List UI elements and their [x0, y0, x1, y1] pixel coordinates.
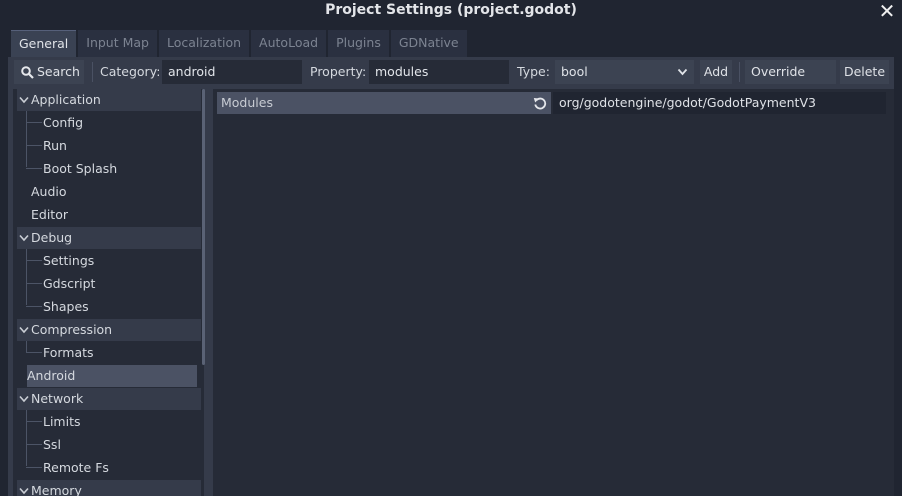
- tree-item-label: Network: [31, 391, 84, 406]
- type-label: Type:: [517, 64, 550, 79]
- tab-plugins[interactable]: Plugins: [328, 30, 389, 57]
- tree-item-run[interactable]: Run: [17, 135, 201, 157]
- property-name: Modules: [217, 92, 551, 114]
- expand-arrow-icon[interactable]: [19, 89, 29, 111]
- toolbar-divider: [739, 62, 740, 82]
- tree-item-editor[interactable]: Editor: [17, 204, 201, 226]
- tree-item-ssl[interactable]: Ssl: [17, 434, 201, 456]
- tree-item-label: Boot Splash: [43, 161, 118, 176]
- tree-item-boot-splash[interactable]: Boot Splash: [17, 158, 201, 180]
- type-value: bool: [561, 64, 588, 79]
- tree-item-label: Shapes: [43, 299, 89, 314]
- tree-item-android[interactable]: Android: [27, 365, 197, 387]
- tree-item-label: Run: [43, 138, 67, 153]
- category-label: Category:: [100, 64, 161, 79]
- tree-category-debug[interactable]: Debug: [17, 227, 201, 249]
- title-bar: Project Settings (project.godot) ✕: [0, 0, 902, 24]
- tree-item-label: Application: [31, 92, 101, 107]
- tree-item-label: Config: [43, 115, 84, 130]
- override-for-button[interactable]: Override For...: [745, 60, 836, 103]
- tree-item-label: Debug: [31, 230, 73, 245]
- revert-icon[interactable]: [533, 96, 547, 110]
- tree-item-audio[interactable]: Audio: [17, 181, 201, 203]
- add-button[interactable]: Add: [700, 60, 732, 84]
- search-button[interactable]: Search: [14, 60, 84, 84]
- general-panel: Search Category: android Property: modul…: [8, 57, 894, 496]
- chevron-down-icon: [677, 68, 688, 76]
- tree-item-label: Formats: [43, 345, 94, 360]
- property-row-modules[interactable]: Modules org/godotengine/godot/GodotPayme…: [217, 92, 886, 114]
- tree-scrollbar[interactable]: [202, 89, 205, 365]
- search-icon: [21, 66, 34, 79]
- section-tree: Application Config Run Boot Splash Audio…: [13, 89, 204, 496]
- tree-item-gdscript[interactable]: Gdscript: [17, 273, 201, 295]
- tree-category-application[interactable]: Application: [17, 89, 201, 111]
- tree-item-label: Audio: [31, 184, 67, 199]
- tab-localization[interactable]: Localization: [159, 30, 250, 57]
- property-inspector: Modules org/godotengine/godot/GodotPayme…: [213, 89, 894, 496]
- tab-general[interactable]: General: [11, 30, 77, 57]
- tree-item-label: Remote Fs: [43, 460, 109, 475]
- toolbar-divider: [92, 62, 93, 82]
- tab-gdnative[interactable]: GDNative: [390, 30, 467, 57]
- search-label: Search: [37, 64, 80, 79]
- tree-category-memory[interactable]: Memory: [17, 480, 201, 496]
- tree-item-config[interactable]: Config: [17, 112, 201, 134]
- property-value-field[interactable]: org/godotengine/godot/GodotPaymentV3: [553, 92, 886, 114]
- delete-button[interactable]: Delete: [840, 60, 889, 84]
- tree-item-limits[interactable]: Limits: [17, 411, 201, 433]
- tree-category-network[interactable]: Network: [17, 388, 201, 410]
- window-title: Project Settings (project.godot): [325, 2, 577, 18]
- expand-arrow-icon[interactable]: [19, 388, 29, 410]
- tab-bar: General Input Map Localization AutoLoad …: [11, 30, 469, 57]
- property-toolbar: Search Category: android Property: modul…: [8, 57, 894, 103]
- tree-item-label: Settings: [43, 253, 95, 268]
- expand-arrow-icon[interactable]: [19, 319, 29, 341]
- tree-item-settings[interactable]: Settings: [17, 250, 201, 272]
- tree-category-compression[interactable]: Compression: [17, 319, 201, 341]
- tab-autoload[interactable]: AutoLoad: [251, 30, 327, 57]
- tree-item-label: Compression: [31, 322, 113, 337]
- close-icon[interactable]: ✕: [878, 0, 896, 22]
- property-field[interactable]: modules: [369, 60, 509, 84]
- tree-item-label: Limits: [43, 414, 81, 429]
- tree-item-label: Ssl: [43, 437, 61, 452]
- type-dropdown[interactable]: bool: [555, 60, 694, 84]
- tree-item-label: Editor: [31, 207, 68, 222]
- tree-item-label: Gdscript: [43, 276, 96, 291]
- tree-item-label: Android: [27, 368, 76, 383]
- tree-item-remote-fs[interactable]: Remote Fs: [17, 457, 201, 479]
- tree-item-shapes[interactable]: Shapes: [17, 296, 201, 318]
- category-field[interactable]: android: [162, 60, 302, 84]
- expand-arrow-icon[interactable]: [19, 227, 29, 249]
- expand-arrow-icon[interactable]: [19, 480, 29, 496]
- tree-item-formats[interactable]: Formats: [17, 342, 201, 364]
- tree-item-label: Memory: [31, 483, 82, 496]
- tab-input-map[interactable]: Input Map: [78, 30, 157, 57]
- property-label: Property:: [310, 64, 367, 79]
